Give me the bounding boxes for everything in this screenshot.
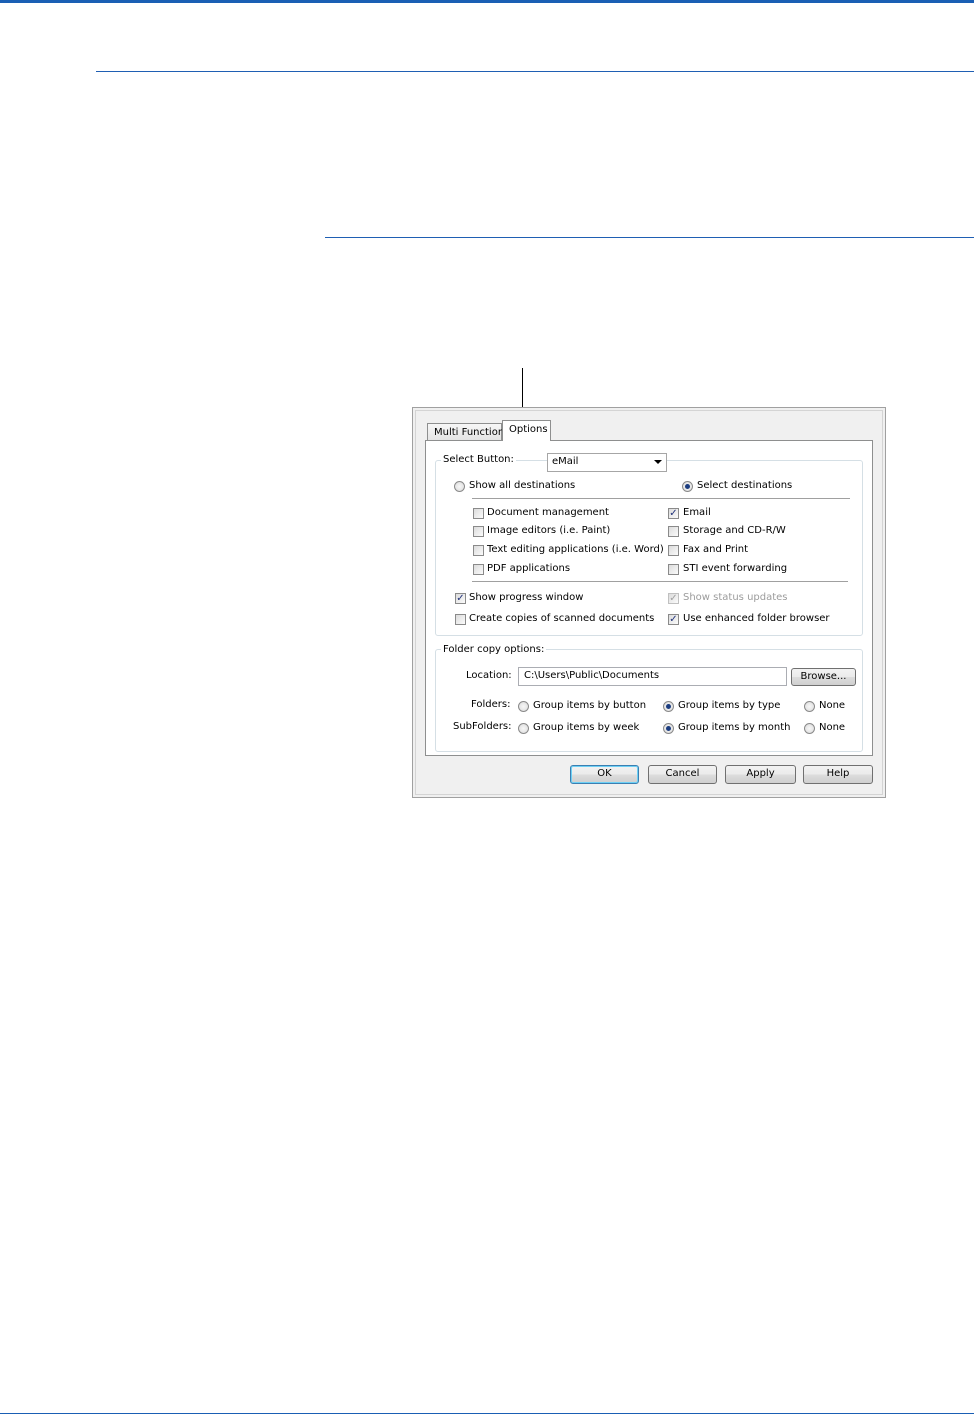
folders-by-button-label: Group items by button bbox=[533, 700, 647, 711]
apply-button[interactable]: Apply bbox=[725, 765, 796, 784]
folder-copy-legend: Folder copy options: bbox=[441, 644, 547, 655]
pdf-applications-checkbox[interactable] bbox=[473, 564, 484, 575]
show-progress-checkbox[interactable]: ✓ bbox=[455, 593, 466, 604]
fax-print-label: Fax and Print bbox=[683, 544, 749, 555]
ok-button[interactable]: OK bbox=[570, 765, 639, 784]
subsection-rule bbox=[325, 237, 974, 238]
browse-button[interactable]: Browse... bbox=[791, 668, 856, 686]
divider bbox=[472, 498, 850, 499]
storage-cd-checkbox[interactable] bbox=[668, 526, 679, 537]
folders-none-radio[interactable] bbox=[804, 701, 815, 712]
enhanced-browser-checkbox[interactable]: ✓ bbox=[668, 614, 679, 625]
folders-by-type-label: Group items by type bbox=[678, 700, 781, 711]
text-editing-checkbox[interactable] bbox=[473, 545, 484, 556]
location-label: Location: bbox=[466, 670, 512, 681]
help-button[interactable]: Help bbox=[803, 765, 873, 784]
email-label: Email bbox=[683, 507, 711, 518]
storage-cd-label: Storage and CD-R/W bbox=[683, 525, 786, 536]
folders-by-button-radio[interactable] bbox=[518, 701, 529, 712]
show-status-label: Show status updates bbox=[683, 592, 788, 603]
text-editing-label: Text editing applications (i.e. Word) bbox=[487, 544, 664, 555]
create-copies-label: Create copies of scanned documents bbox=[469, 613, 655, 624]
divider bbox=[472, 581, 848, 582]
page-top-bar bbox=[0, 0, 974, 3]
show-all-destinations-label: Show all destinations bbox=[469, 480, 576, 491]
sti-event-checkbox[interactable] bbox=[668, 564, 679, 575]
folders-by-type-radio[interactable] bbox=[663, 701, 674, 712]
email-checkbox[interactable]: ✓ bbox=[668, 508, 679, 519]
subfolders-by-month-label: Group items by month bbox=[678, 722, 791, 733]
fax-print-checkbox[interactable] bbox=[668, 545, 679, 556]
cancel-button[interactable]: Cancel bbox=[648, 765, 717, 784]
select-button-label: Select Button: bbox=[441, 454, 516, 465]
section-rule bbox=[96, 71, 974, 72]
document-management-checkbox[interactable] bbox=[473, 508, 484, 519]
select-button-dropdown[interactable]: eMail bbox=[547, 453, 667, 472]
sti-event-label: STI event forwarding bbox=[683, 563, 788, 574]
tab-options[interactable]: Options bbox=[502, 420, 551, 441]
select-destinations-radio[interactable] bbox=[682, 481, 693, 492]
enhanced-browser-label: Use enhanced folder browser bbox=[683, 613, 830, 624]
show-status-checkbox: ✓ bbox=[668, 593, 679, 604]
folders-label: Folders: bbox=[471, 699, 511, 710]
location-input[interactable]: C:\Users\Public\Documents bbox=[518, 667, 787, 686]
document-management-label: Document management bbox=[487, 507, 609, 518]
show-progress-label: Show progress window bbox=[469, 592, 584, 603]
options-tab-panel: Select Button: eMail Show all destinatio… bbox=[425, 440, 873, 756]
image-editors-checkbox[interactable] bbox=[473, 526, 484, 537]
select-destinations-label: Select destinations bbox=[697, 480, 793, 491]
subfolders-by-month-radio[interactable] bbox=[663, 723, 674, 734]
subfolders-by-week-label: Group items by week bbox=[533, 722, 640, 733]
tab-multi-function[interactable]: Multi Function bbox=[427, 423, 504, 441]
select-button-group: Select Button: eMail Show all destinatio… bbox=[435, 453, 863, 636]
subfolders-by-week-radio[interactable] bbox=[518, 723, 529, 734]
options-dialog: Multi Function Options Select Button: eM… bbox=[412, 407, 886, 798]
chevron-down-icon bbox=[654, 460, 662, 464]
page-bottom-rule bbox=[0, 1413, 974, 1414]
pdf-applications-label: PDF applications bbox=[487, 563, 571, 574]
select-button-value: eMail bbox=[552, 456, 579, 467]
folders-none-label: None bbox=[819, 700, 846, 711]
subfolders-label: SubFolders: bbox=[453, 721, 512, 732]
subfolders-none-radio[interactable] bbox=[804, 723, 815, 734]
show-all-destinations-radio[interactable] bbox=[454, 481, 465, 492]
subfolders-none-label: None bbox=[819, 722, 846, 733]
create-copies-checkbox[interactable] bbox=[455, 614, 466, 625]
folder-copy-group: Folder copy options: Location: C:\Users\… bbox=[435, 644, 863, 752]
image-editors-label: Image editors (i.e. Paint) bbox=[487, 525, 611, 536]
